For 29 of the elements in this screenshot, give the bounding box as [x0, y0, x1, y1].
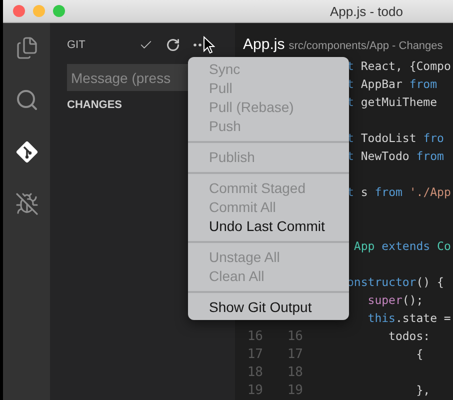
line-number: 18 — [286, 364, 303, 380]
bug-icon — [14, 192, 38, 216]
line-number: 19 — [246, 382, 263, 398]
refresh-icon — [166, 38, 180, 52]
sidebar-title: GIT — [67, 39, 86, 51]
refresh-button[interactable] — [166, 38, 180, 52]
line-number: 16 — [246, 328, 263, 344]
file-path: src/components/App - Changes — [288, 40, 443, 53]
section-header: CHANGES — [67, 99, 122, 111]
code-line: this.state = — [366, 311, 451, 325]
mouse-pointer-icon — [203, 36, 215, 54]
search-icon — [14, 88, 38, 112]
window-title: App.js - todo — [330, 4, 403, 18]
menu-item[interactable]: Undo Last Commit — [188, 217, 349, 236]
line-number: 16 — [286, 328, 303, 344]
code-line: todos: — [388, 329, 430, 343]
code-line: super(); — [366, 293, 424, 307]
menu-item[interactable]: Show Git Output — [188, 298, 349, 317]
close-button[interactable] — [13, 5, 25, 17]
code-line: }, — [415, 383, 430, 397]
code-line: onstructor() { — [347, 275, 444, 289]
line-number: 18 — [246, 364, 263, 380]
line-number: 17 — [286, 346, 303, 362]
code-line: { — [415, 347, 424, 361]
line-number: 19 — [286, 382, 303, 398]
files-icon — [14, 36, 38, 60]
line-number: 17 — [246, 346, 263, 362]
code-line: App extends Co — [352, 239, 451, 253]
file-name: App.js — [243, 36, 285, 53]
